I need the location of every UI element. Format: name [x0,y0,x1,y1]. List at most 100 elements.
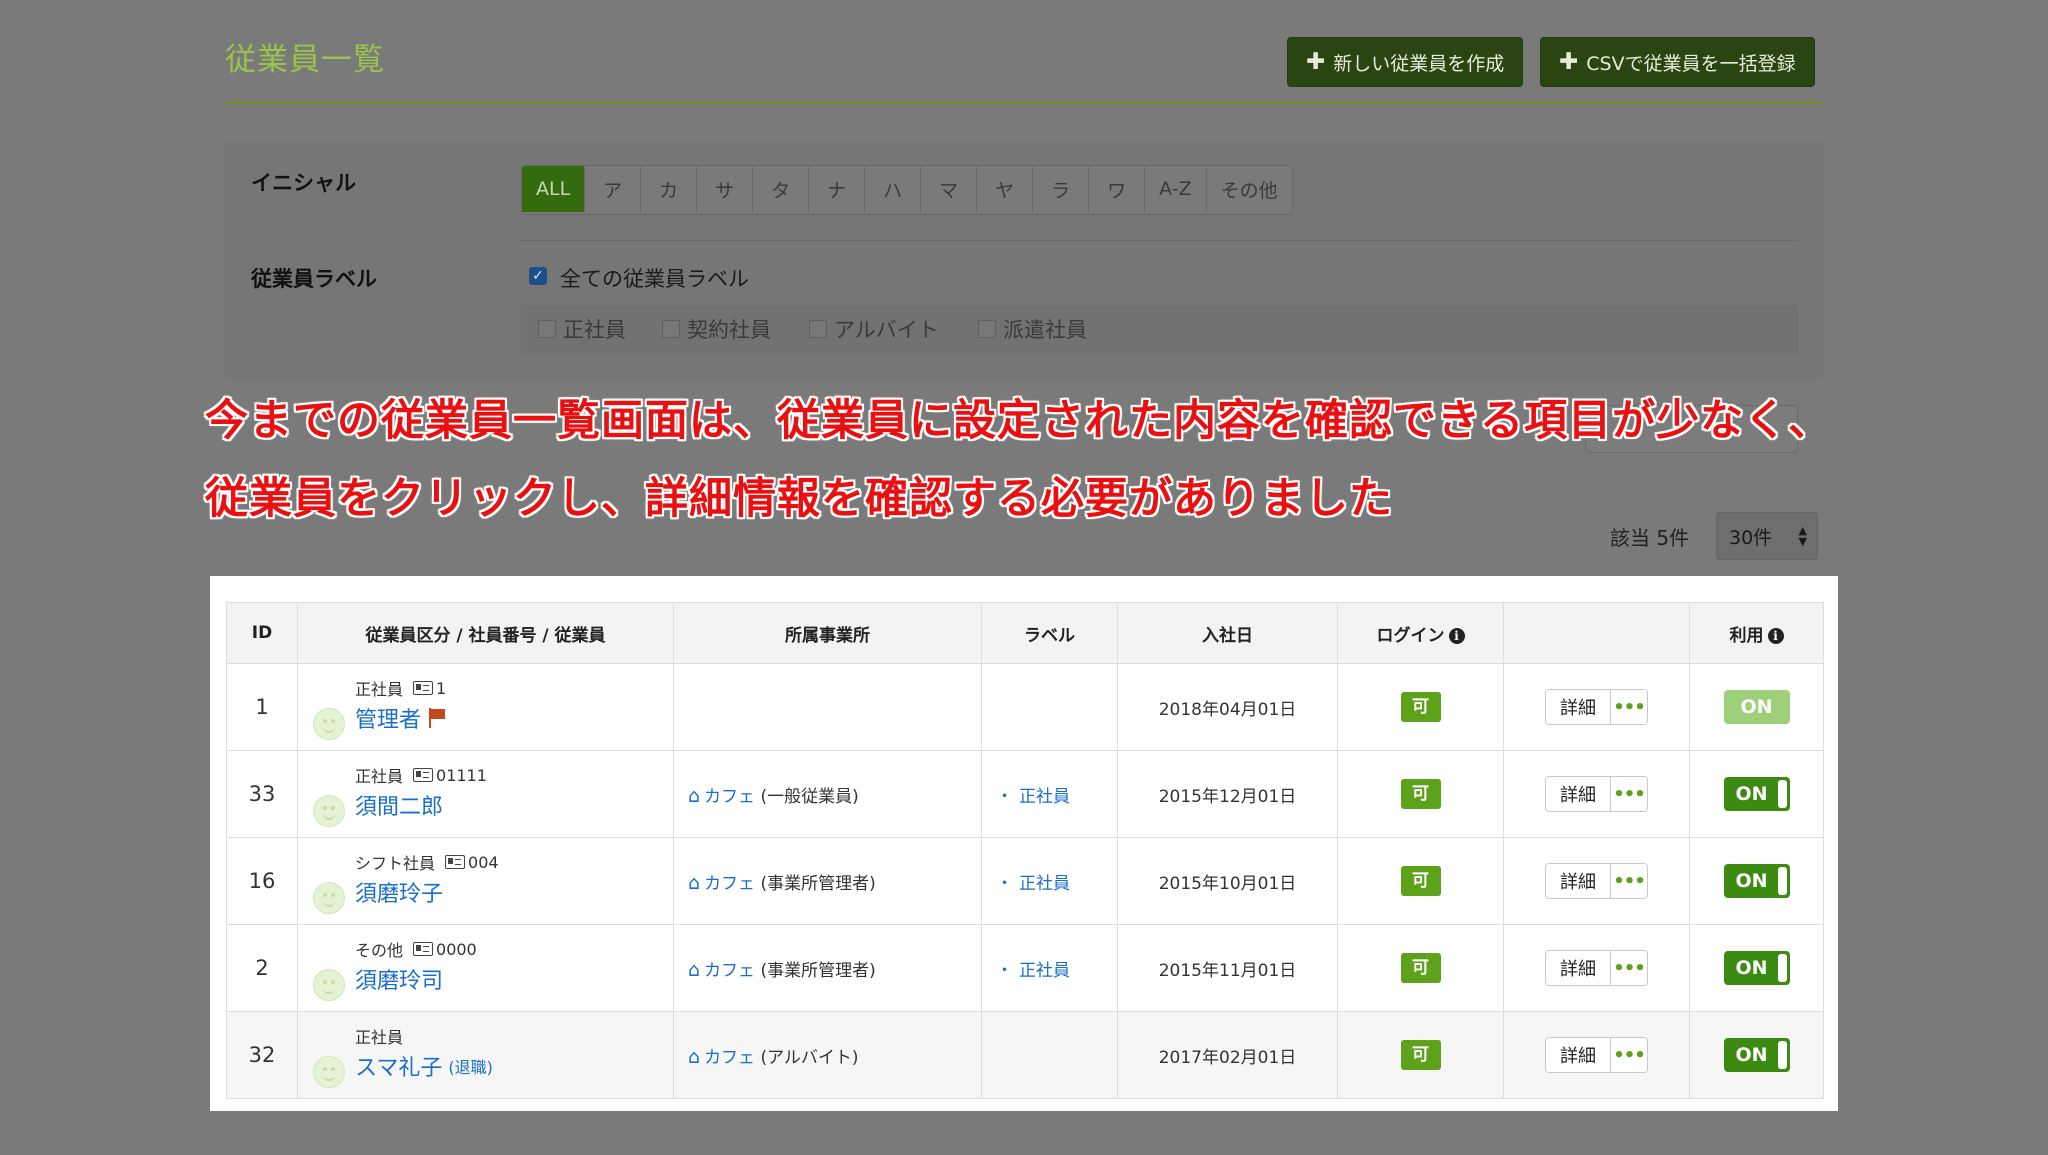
usage-toggle[interactable]: ON [1723,1038,1790,1072]
col-header-label: ラベル [981,602,1118,664]
office-link[interactable]: カフェ [704,787,755,807]
info-icon[interactable]: i [1448,627,1465,644]
table-row: 2 その他 0000 須磨玲司 ⌂ カフェ (事業所管理者) ・正社員 2015年1… [226,924,1824,1012]
initial-filter-group: ALL ア カ サ タ ナ ハ マ ヤ ラ ワ A-Z その他 [521,165,1293,215]
col-header-employee: 従業員区分 / 社員番号 / 従業員 [297,602,674,664]
bullet: ・ [996,873,1013,894]
employee-number: 1 [436,678,447,698]
office-link[interactable]: カフェ [704,874,755,894]
initial-btn-a[interactable]: ア [585,166,642,212]
usage-toggle[interactable]: ON [1723,777,1790,811]
initial-btn-ya[interactable]: ヤ [977,166,1034,212]
cell-id: 33 [226,750,298,838]
cell-label [981,1011,1118,1099]
office-role: (アルバイト) [760,1047,859,1068]
usage-toggle[interactable]: ON [1723,864,1790,898]
page-title: 従業員一覧 [225,42,385,78]
per-page-select[interactable]: 30件 ▲ ▼ [1716,512,1818,560]
initial-btn-sa[interactable]: サ [697,166,754,212]
initial-btn-ma[interactable]: マ [921,166,978,212]
initial-btn-ha[interactable]: ハ [865,166,922,212]
detail-button[interactable]: 詳細 [1546,690,1611,724]
cell-actions: 詳細 ••• [1503,750,1690,838]
csv-import-button[interactable]: ✚ CSVで従業員を一括登録 [1540,37,1815,87]
employee-name-link[interactable]: 管理者 [355,702,421,734]
cell-label: ・正社員 [981,924,1118,1012]
employee-number: 004 [468,852,499,872]
employee-name-link[interactable]: 須磨玲司 [355,963,443,995]
initial-btn-wa[interactable]: ワ [1089,166,1146,212]
label-link[interactable]: 正社員 [1019,787,1070,807]
id-card-icon [413,680,434,695]
col-header-usage: 利用 i [1689,602,1824,664]
annotation-line-1: 今までの従業員一覧画面は、従業員に設定された内容を確認できる項目が少なく、 [205,396,1833,446]
home-icon: ⌂ [688,1045,701,1068]
label-link[interactable]: 正社員 [1019,874,1070,894]
usage-toggle-label: ON [1735,957,1768,979]
initial-btn-az[interactable]: A-Z [1145,166,1207,212]
detail-button[interactable]: 詳細 [1546,777,1611,811]
new-employee-button[interactable]: ✚ 新しい従業員を作成 [1287,37,1524,87]
cell-login: 可 [1337,837,1504,925]
table-row: 1 正社員 1 管理者 2018年04月01日 可 詳細 ••• ON [226,663,1824,751]
login-badge: 可 [1400,779,1441,809]
employee-label-filter-label: 従業員ラベル [251,267,377,291]
employee-number: 01111 [436,765,487,785]
detail-button[interactable]: 詳細 [1546,864,1611,898]
employee-type: 正社員 [355,1028,404,1047]
col-header-login-text: ログイン [1376,625,1445,646]
toggle-knob [1777,1041,1787,1069]
label-checkbox-haken[interactable] [978,320,996,338]
login-badge: 可 [1400,953,1441,983]
more-options-icon[interactable]: ••• [1611,864,1647,898]
employee-name-link[interactable]: スマ礼子 [355,1050,442,1082]
usage-toggle[interactable]: ON [1723,690,1790,724]
cell-employee: シフト社員 004 須磨玲子 [297,837,674,925]
cell-id: 16 [226,837,298,925]
table-row: 16 シフト社員 004 須磨玲子 ⌂ カフェ (事業所管理者) ・正社員 2015… [226,837,1824,925]
initial-btn-all[interactable]: ALL [522,166,586,212]
col-header-login: ログイン i [1337,602,1504,664]
label-option-label: アルバイト [834,318,939,342]
initial-filter-label: イニシャル [251,171,356,195]
home-icon: ⌂ [688,784,701,807]
initial-btn-ka[interactable]: カ [641,166,698,212]
all-labels-checkbox-label: 全ての従業員ラベル [560,267,749,291]
initial-btn-other[interactable]: その他 [1207,166,1292,212]
usage-toggle-label: ON [1735,783,1768,805]
employee-name-link[interactable]: 須間二郎 [355,789,443,821]
cell-usage: ON [1689,924,1824,1012]
initial-btn-na[interactable]: ナ [809,166,866,212]
label-checkbox-seishain[interactable] [538,320,556,338]
more-options-icon[interactable]: ••• [1611,690,1647,724]
initial-btn-ra[interactable]: ラ [1033,166,1090,212]
col-header-usage-text: 利用 [1729,625,1764,646]
info-icon[interactable]: i [1767,627,1784,644]
more-options-icon[interactable]: ••• [1611,777,1647,811]
initial-btn-ta[interactable]: タ [753,166,810,212]
annotation-line-2: 従業員をクリックし、詳細情報を確認する必要がありました [205,474,1393,524]
cell-label [981,663,1118,751]
usage-toggle[interactable]: ON [1723,951,1790,985]
label-checkbox-keiyaku[interactable] [662,320,680,338]
employee-name-link[interactable]: 須磨玲子 [355,876,443,908]
office-link[interactable]: カフェ [704,961,755,981]
more-options-icon[interactable]: ••• [1611,951,1647,985]
employee-table: ID 従業員区分 / 社員番号 / 従業員 所属事業所 ラベル 入社日 ログイン… [226,602,1824,1099]
id-card-icon [445,854,466,869]
filter-divider [520,240,1798,241]
label-link[interactable]: 正社員 [1019,961,1070,981]
col-header-office: 所属事業所 [673,602,982,664]
all-labels-checkbox[interactable]: ✓ [529,267,547,285]
toggle-knob [1777,954,1787,982]
cell-hire-date: 2015年12月01日 [1117,750,1338,838]
table-row: 32 正社員 スマ礼子 (退職) ⌂ カフェ (アルバイト) 2017年02月01日… [226,1011,1824,1099]
cell-login: 可 [1337,750,1504,838]
label-checkbox-arubaito[interactable] [809,320,827,338]
detail-button[interactable]: 詳細 [1546,951,1611,985]
select-arrows-icon: ▲ ▼ [1798,524,1807,548]
detail-button[interactable]: 詳細 [1546,1038,1611,1072]
employee-number: 0000 [436,939,477,959]
office-link[interactable]: カフェ [704,1048,755,1068]
more-options-icon[interactable]: ••• [1611,1038,1647,1072]
